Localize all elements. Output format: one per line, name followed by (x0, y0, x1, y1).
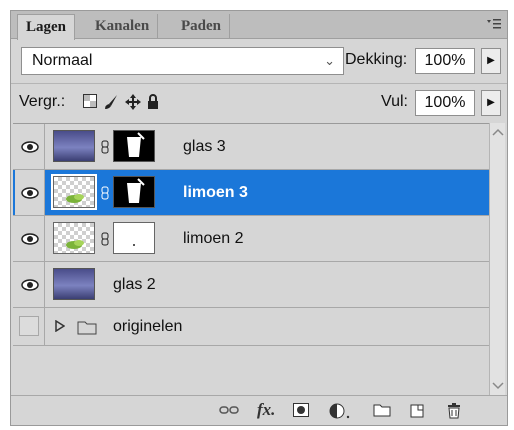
fill-slider-button[interactable]: ▶ (481, 90, 501, 116)
blend-mode-value: Normaal (32, 52, 93, 69)
layer-thumbnail[interactable] (53, 268, 95, 300)
chevron-down-icon: ⌄ (324, 53, 335, 68)
layer-row-glas-3[interactable]: glas 3 (13, 124, 491, 170)
opacity-slider-button[interactable]: ▶ (481, 48, 501, 74)
layer-mask-thumbnail[interactable] (113, 130, 155, 162)
panel-menu-icon[interactable] (487, 17, 501, 33)
layer-name[interactable]: originelen (113, 318, 182, 336)
layer-name[interactable]: limoen 2 (183, 230, 243, 248)
link-icon (101, 140, 109, 154)
lock-label: Vergr.: (19, 93, 66, 110)
layer-name[interactable]: glas 3 (183, 138, 226, 156)
blend-mode-select[interactable]: Normaal ⌄ (21, 47, 344, 75)
layer-thumbnail[interactable] (53, 130, 95, 162)
eye-icon (21, 186, 39, 199)
link-icon (101, 186, 109, 200)
expand-triangle-icon[interactable] (55, 320, 65, 332)
layer-group-originelen[interactable]: originelen (13, 308, 491, 346)
lock-paint-icon[interactable] (103, 94, 119, 110)
fill-input[interactable]: 100% (415, 90, 475, 116)
layers-panel: Lagen Kanalen Paden Normaal ⌄ Dekking: 1… (10, 10, 508, 426)
hidden-visibility-box (19, 316, 39, 336)
layers-footer-toolbar: fx. (11, 395, 507, 425)
new-layer-icon[interactable] (409, 403, 425, 419)
trash-icon[interactable] (447, 403, 461, 419)
tab-paden[interactable]: Paden (173, 14, 231, 39)
opacity-label: Dekking: (345, 51, 408, 68)
layer-name[interactable]: limoen 3 (183, 184, 248, 202)
add-mask-icon[interactable] (293, 403, 309, 419)
panel-tab-bar: Lagen Kanalen Paden (11, 11, 507, 40)
fx-label: fx (257, 400, 272, 419)
scroll-up-icon[interactable] (492, 127, 504, 137)
eye-icon (21, 140, 39, 153)
link-icon (101, 232, 109, 246)
visibility-toggle[interactable] (15, 170, 45, 215)
layer-list-scrollbar[interactable] (489, 123, 505, 395)
new-group-icon[interactable] (373, 403, 391, 419)
folder-icon (77, 321, 97, 335)
layer-mask-thumbnail[interactable] (113, 222, 155, 254)
divider (11, 83, 507, 84)
opacity-input[interactable]: 100% (415, 48, 475, 74)
layer-row-limoen-3[interactable]: limoen 3 (13, 170, 491, 216)
adjustment-layer-icon[interactable] (329, 403, 351, 419)
eye-icon (21, 278, 39, 291)
tab-kanalen[interactable]: Kanalen (87, 14, 159, 39)
tab-lagen[interactable]: Lagen (17, 14, 76, 40)
visibility-toggle[interactable] (15, 308, 45, 345)
visibility-toggle[interactable] (15, 262, 45, 307)
layer-thumbnail[interactable] (53, 222, 95, 254)
link-layers-icon[interactable] (219, 403, 239, 419)
lock-transparent-icon[interactable] (83, 94, 97, 110)
layer-name[interactable]: glas 2 (113, 276, 156, 294)
layer-list: glas 3 limoen 3 limoen 2 glas 2 originel… (13, 123, 491, 395)
lock-position-icon[interactable] (125, 94, 141, 110)
fx-icon[interactable]: fx. (257, 400, 275, 419)
layer-row-limoen-2[interactable]: limoen 2 (13, 216, 491, 262)
eye-icon (21, 232, 39, 245)
visibility-toggle[interactable] (15, 216, 45, 261)
layer-row-glas-2[interactable]: glas 2 (13, 262, 491, 308)
lock-all-icon[interactable] (147, 94, 159, 110)
layer-thumbnail[interactable] (51, 174, 97, 210)
visibility-toggle[interactable] (15, 124, 45, 169)
fill-label: Vul: (381, 93, 408, 110)
layer-mask-thumbnail[interactable] (113, 176, 155, 208)
scroll-down-icon[interactable] (492, 381, 504, 391)
